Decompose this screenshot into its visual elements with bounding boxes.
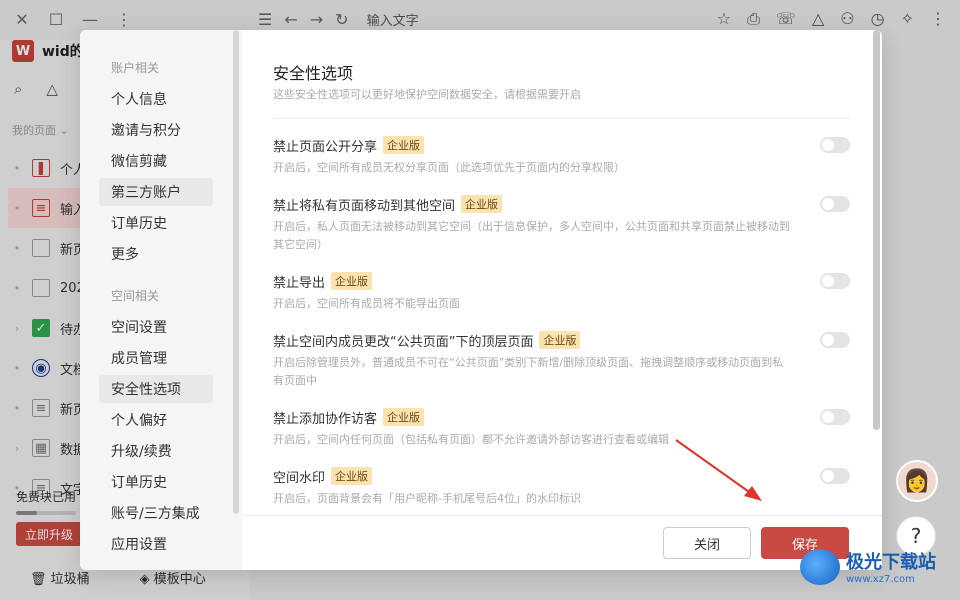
- panel-subtitle: 这些安全性选项可以更好地保护空间数据安全，请根据需要开启: [273, 88, 581, 101]
- option-label: 禁止将私有页面移动到其他空间: [273, 198, 456, 214]
- divider: [273, 118, 851, 119]
- nav-item-profile[interactable]: 个人信息: [99, 85, 213, 113]
- nav-scrollbar[interactable]: [233, 30, 239, 514]
- option-desc: 开启后除管理员外，普通成员不可在“公共页面”类别下新增/删除顶级页面、拖拽调整顺…: [273, 356, 784, 387]
- settings-nav: 账户相关 个人信息 邀请与积分 微信剪藏 第三方账户 订单历史 更多 空间相关 …: [80, 30, 242, 570]
- nav-item-order-history[interactable]: 订单历史: [99, 209, 213, 237]
- close-button[interactable]: 关闭: [663, 527, 751, 559]
- option-label: 禁止页面公开分享: [273, 139, 378, 155]
- nav-item-integrations[interactable]: 账号/三方集成: [99, 499, 213, 527]
- toggle-switch[interactable]: [820, 409, 850, 425]
- toggle-switch[interactable]: [820, 196, 850, 212]
- nav-group-account: 账户相关: [111, 61, 160, 75]
- enterprise-badge: 企业版: [383, 136, 425, 154]
- enterprise-badge: 企业版: [461, 195, 503, 213]
- option-disable-guests: 禁止添加协作访客 企业版 开启后，空间内任何页面（包括私有页面）都不允许邀请外部访…: [273, 407, 851, 449]
- site-watermark: 极光下载站 www.xz7.com: [800, 548, 936, 585]
- nav-item-more[interactable]: 更多: [99, 240, 213, 268]
- option-label: 空间水印: [273, 470, 326, 486]
- enterprise-badge: 企业版: [331, 272, 373, 290]
- option-desc: 开启后，空间内任何页面（包括私有页面）都不允许邀请外部访客进行查看或编辑: [273, 433, 669, 446]
- option-label: 禁止添加协作访客: [273, 411, 378, 427]
- option-watermark: 空间水印 企业版 开启后，页面背景会有「用户昵称-手机尾号后4位」的水印标识: [273, 466, 851, 508]
- security-panel: 安全性选项 这些安全性选项可以更好地保护空间数据安全，请根据需要开启 禁止页面公…: [242, 30, 882, 515]
- option-label: 禁止导出: [273, 275, 326, 291]
- option-desc: 开启后，私人页面无法被移动到其它空间（出于信息保护，多人空间中，公共页面和共享页…: [273, 220, 790, 251]
- toggle-switch[interactable]: [820, 137, 850, 153]
- enterprise-badge: 企业版: [539, 331, 581, 349]
- option-disable-public-share: 禁止页面公开分享 企业版 开启后，空间所有成员无权分享页面（此选项优先于页面内的分…: [273, 135, 851, 177]
- modal-footer: 关闭 保存: [242, 515, 882, 570]
- nav-item-upgrade[interactable]: 升级/续费: [99, 437, 213, 465]
- panel-title: 安全性选项: [273, 64, 354, 83]
- option-label: 禁止空间内成员更改“公共页面”下的顶层页面: [273, 334, 534, 350]
- toggle-switch[interactable]: [820, 468, 850, 484]
- nav-item-security[interactable]: 安全性选项: [99, 375, 213, 403]
- option-desc: 开启后，页面背景会有「用户昵称-手机尾号后4位」的水印标识: [273, 492, 581, 505]
- watermark-line2: www.xz7.com: [846, 574, 915, 585]
- settings-modal: 账户相关 个人信息 邀请与积分 微信剪藏 第三方账户 订单历史 更多 空间相关 …: [80, 30, 882, 570]
- enterprise-badge: 企业版: [383, 408, 425, 426]
- nav-item-app-settings[interactable]: 应用设置: [99, 530, 213, 558]
- toggle-switch[interactable]: [820, 273, 850, 289]
- nav-item-third-party[interactable]: 第三方账户: [99, 178, 213, 206]
- watermark-logo: [800, 548, 840, 585]
- avatar[interactable]: 👩: [896, 460, 938, 502]
- option-disable-export: 禁止导出 企业版 开启后，空间所有成员将不能导出页面: [273, 271, 851, 313]
- nav-item-invite[interactable]: 邀请与积分: [99, 116, 213, 144]
- option-desc: 开启后，空间所有成员无权分享页面（此选项优先于页面内的分享权限）: [273, 161, 625, 174]
- nav-item-wechat-clip[interactable]: 微信剪藏: [99, 147, 213, 175]
- option-disable-move-private: 禁止将私有页面移动到其他空间 企业版 开启后，私人页面无法被移动到其它空间（出于信…: [273, 194, 851, 254]
- nav-item-space-settings[interactable]: 空间设置: [99, 313, 213, 341]
- nav-item-space-orders[interactable]: 订单历史: [99, 468, 213, 496]
- toggle-switch[interactable]: [820, 332, 850, 348]
- nav-item-members[interactable]: 成员管理: [99, 344, 213, 372]
- enterprise-badge: 企业版: [331, 467, 373, 485]
- watermark-line1: 极光下载站: [846, 552, 936, 573]
- content-scrollbar[interactable]: [873, 30, 880, 430]
- option-desc: 开启后，空间所有成员将不能导出页面: [273, 297, 460, 310]
- nav-group-space: 空间相关: [111, 289, 160, 303]
- option-disable-top-level-change: 禁止空间内成员更改“公共页面”下的顶层页面 企业版 开启后除管理员外，普通成员不可…: [273, 330, 851, 390]
- nav-item-preferences[interactable]: 个人偏好: [99, 406, 213, 434]
